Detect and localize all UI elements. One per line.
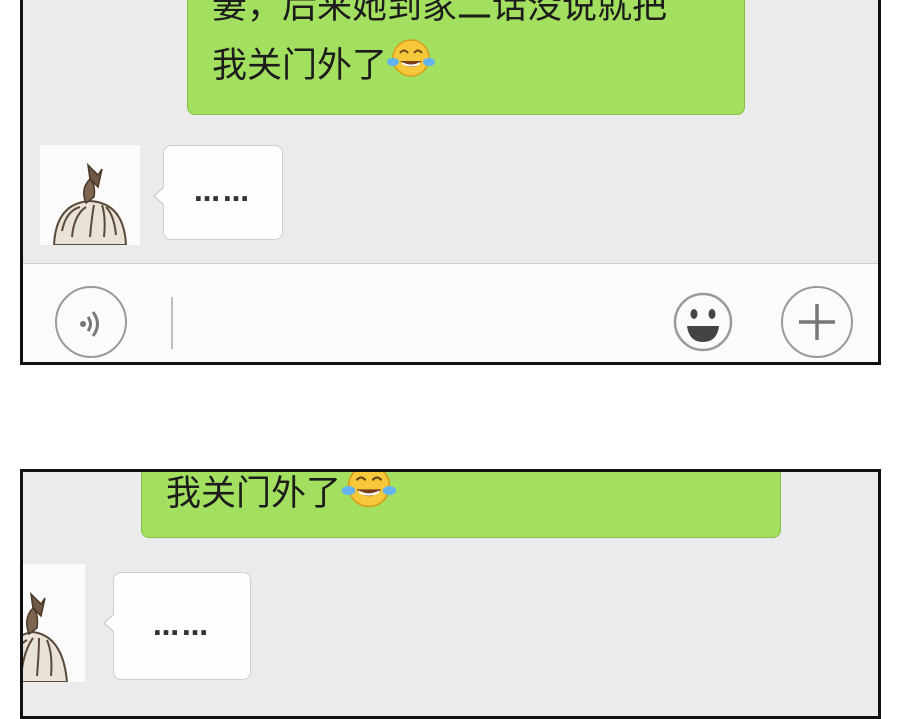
avatar[interactable]: [40, 145, 140, 245]
chat-input-bar: [23, 263, 878, 362]
received-message-text: ……: [153, 612, 211, 642]
voice-icon: [80, 311, 99, 337]
received-message-bubble[interactable]: ……: [103, 572, 251, 680]
comic-panel-2: 我关门外了 ……: [20, 469, 881, 719]
sent-message-bubble[interactable]: 我关门外了: [141, 472, 781, 538]
bun-hair-avatar-icon: [52, 162, 128, 245]
message-input-cursor[interactable]: [171, 297, 173, 349]
plus-icon: [799, 304, 835, 340]
received-message-bubble[interactable]: ……: [153, 145, 283, 240]
bun-hair-avatar-icon: [23, 591, 69, 682]
plus-button[interactable]: [781, 286, 853, 358]
avatar[interactable]: [23, 564, 85, 682]
tears-of-joy-emoji-icon: [341, 472, 397, 529]
emoji-button[interactable]: [667, 286, 739, 358]
smiley-icon: [673, 292, 733, 352]
sent-message-line-1: 妻，后来她到家二话没说就把: [212, 0, 668, 27]
voice-button[interactable]: [55, 286, 127, 358]
comic-panel-1: 妻，后来她到家二话没说就把 我关门外了 ……: [20, 0, 881, 365]
sent-message-line-2: 我关门外了: [212, 46, 388, 86]
sent-message-bubble[interactable]: 妻，后来她到家二话没说就把 我关门外了: [187, 0, 745, 115]
received-message-text: ……: [194, 178, 252, 208]
sent-message-line-2: 我关门外了: [166, 474, 342, 514]
tears-of-joy-emoji-icon: [387, 36, 436, 98]
